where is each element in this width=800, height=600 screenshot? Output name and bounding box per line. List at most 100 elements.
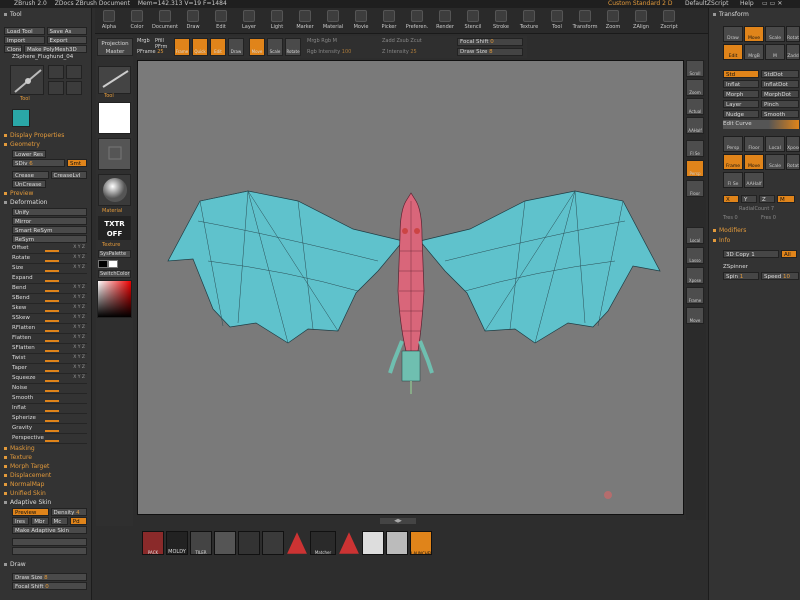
current-tool-button[interactable] (98, 66, 131, 94)
tool-thumb-2[interactable] (48, 65, 64, 79)
smooth-slider[interactable]: Smooth (12, 394, 87, 404)
tres-slider[interactable]: Tres 0 (723, 215, 738, 221)
default-zscript-button[interactable]: DefaultZScript (685, 0, 728, 8)
speed-slider[interactable]: Speed 10 (761, 272, 799, 280)
floor-panel-button[interactable]: Floor (744, 136, 764, 152)
move-mode-button[interactable]: Move (249, 38, 265, 56)
load-tool-button[interactable]: Load Tool (4, 27, 45, 35)
density-slider[interactable]: Density 4 (50, 508, 87, 516)
scroll-button[interactable]: Scroll (686, 60, 704, 77)
uncrease-button[interactable]: UnCrease (12, 180, 46, 188)
menu-zalign[interactable]: ZAlign (627, 8, 655, 34)
deformation-section[interactable]: Deformation (0, 198, 91, 207)
local-button[interactable]: Local (686, 227, 704, 244)
lasso-button[interactable]: Lasso (686, 247, 704, 264)
crease-button[interactable]: Crease (12, 171, 49, 179)
main-color-swatch[interactable] (108, 260, 118, 268)
frame-panel-button[interactable]: Frame (723, 154, 743, 170)
edit-curve-button[interactable]: Edit Curve (723, 120, 799, 129)
stddot-brush-button[interactable]: StdDot (761, 70, 799, 78)
menu-alpha[interactable]: Alpha (95, 8, 123, 34)
preview-section[interactable]: Preview (0, 189, 91, 198)
shelf-collapse-arrow-icon[interactable]: ◀▶ (380, 518, 416, 524)
sskew-slider[interactable]: SSkew X Y Z (12, 314, 87, 324)
stroke-preview-button[interactable] (98, 138, 131, 170)
rgb-intensity-slider[interactable]: Rgb Intensity 100 (307, 49, 351, 55)
rotate-tool-button[interactable]: Rotate (786, 26, 800, 42)
symmetry-z-button[interactable]: Z (759, 195, 775, 203)
move-panel-button[interactable]: Move (744, 154, 764, 170)
rotate-panel-button[interactable]: Rotate (786, 154, 800, 170)
edit-mode-button[interactable]: Edit (210, 38, 226, 56)
perspective-slider[interactable]: Perspective (12, 434, 87, 444)
layout-name[interactable]: Custom Standard 2 D (608, 0, 672, 8)
color-picker[interactable] (97, 280, 132, 318)
scale-tool-button[interactable]: Scale (765, 26, 785, 42)
menu-preferences[interactable]: Preferen. (403, 8, 431, 34)
normalmap-section[interactable]: NormalMap (0, 480, 91, 489)
aahalf-panel-button[interactable]: AAHalf (744, 172, 764, 188)
expand-slider[interactable]: Expand (12, 274, 87, 284)
adaptive-empty-1[interactable] (12, 538, 87, 546)
adaptive-skin-section[interactable]: Adaptive Skin (0, 498, 91, 507)
xpose-panel-button[interactable]: Xpose (786, 136, 800, 152)
displacement-section[interactable]: Displacement (0, 471, 91, 480)
focal-shift-top-slider[interactable]: Focal Shift 0 (457, 38, 523, 46)
tool-thumb-5[interactable] (66, 81, 82, 95)
morphdot-brush-button[interactable]: MorphDot (761, 90, 799, 98)
3d-copy-button[interactable]: 3D Copy 1 (723, 250, 779, 258)
smart-resym-button[interactable]: Smart ReSym (12, 226, 87, 234)
export-button[interactable]: Export (46, 36, 87, 44)
inflatdot-brush-button[interactable]: InflatDot (761, 80, 799, 88)
make-adaptive-skin-button[interactable]: Make Adaptive Skin (12, 526, 87, 534)
projection-master-button[interactable]: Projection Master (97, 38, 133, 56)
adaptive-empty-2[interactable] (12, 547, 87, 555)
gravity-slider[interactable]: Gravity (12, 424, 87, 434)
edit-tool-button[interactable]: Edit (723, 44, 743, 60)
moldy-icon[interactable]: MOLDY (166, 531, 188, 555)
brush-icon[interactable] (262, 531, 284, 555)
twist-slider[interactable]: Twist X Y Z (12, 354, 87, 364)
rotate-slider[interactable]: Rotate X Y Z (12, 254, 87, 264)
macro-icon[interactable] (238, 531, 260, 555)
canvas-viewport[interactable] (137, 60, 684, 515)
flse-panel-button[interactable]: Fl Se (723, 172, 743, 188)
move-tool-button[interactable]: Move (744, 26, 764, 42)
zlauncher-icon[interactable]: LAUNCHER (410, 531, 432, 555)
menu-stencil[interactable]: Stencil (459, 8, 487, 34)
inflat-brush-button[interactable]: Inflat (723, 80, 759, 88)
tool-icon[interactable] (386, 531, 408, 555)
masking-section[interactable]: Masking (0, 444, 91, 453)
clone-button[interactable]: Clone (4, 45, 22, 53)
menu-edit[interactable]: Edit (207, 8, 235, 34)
window-controls-icon[interactable]: ▭▭✕ (762, 0, 796, 8)
morph-brush-button[interactable]: Morph (723, 90, 759, 98)
scale-panel-button[interactable]: Scale (765, 154, 785, 170)
pinch-brush-button[interactable]: Pinch (761, 100, 799, 108)
sflatten-slider[interactable]: SFlatten X Y Z (12, 344, 87, 354)
squeeze-slider[interactable]: Squeeze X Y Z (12, 374, 87, 384)
warning-icon[interactable] (339, 532, 359, 554)
m-tool-button[interactable]: M (765, 44, 785, 60)
warning-icon[interactable] (287, 532, 307, 554)
draw-mode-button[interactable]: Draw (228, 38, 244, 56)
inflat-slider[interactable]: Inflat (12, 404, 87, 414)
alpha-preview-button[interactable] (98, 102, 131, 134)
mrgb-toggle[interactable]: Mrgb (137, 38, 150, 44)
nudge-brush-button[interactable]: Nudge (723, 110, 759, 118)
save-as-button[interactable]: Save As (46, 27, 87, 35)
menu-marker[interactable]: Marker (291, 8, 319, 34)
menu-document[interactable]: Document (151, 8, 179, 34)
menu-layer[interactable]: Layer (235, 8, 263, 34)
zadd-zsub-buttons[interactable]: Zadd Zsub Zcut (382, 38, 422, 44)
tool-thumb-4[interactable] (48, 81, 64, 95)
smt-button[interactable]: Smt (67, 159, 87, 167)
move-view-button[interactable]: Move (686, 307, 704, 324)
persp-button[interactable]: Persp (686, 160, 704, 177)
adaptive-preview-button[interactable]: Preview (12, 508, 49, 516)
menu-zoom[interactable]: Zoom (599, 8, 627, 34)
menu-zscript[interactable]: Zscript (655, 8, 683, 34)
size-slider[interactable]: Size X Y Z (12, 264, 87, 274)
floor-button[interactable]: Floor (686, 180, 704, 197)
flse-button[interactable]: Fl Se (686, 140, 704, 157)
